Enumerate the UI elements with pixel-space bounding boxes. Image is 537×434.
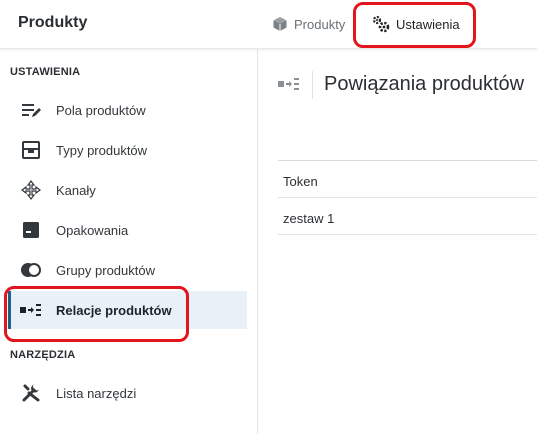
- header-divider: [312, 71, 313, 99]
- sidebar-item-label: Grupy produktów: [56, 262, 155, 278]
- arrows-move-icon: [20, 179, 42, 201]
- sidebar-item-product-fields[interactable]: Pola produktów: [8, 91, 247, 129]
- tab-settings[interactable]: Ustawienia: [372, 10, 460, 38]
- table-cell-token[interactable]: zestaw 1: [283, 211, 334, 226]
- section-header-settings: USTAWIENIA: [10, 66, 81, 78]
- sidebar-item-tools-list[interactable]: Lista narzędzi: [8, 374, 247, 412]
- main-content: Powiązania produktów Token zestaw 1: [258, 49, 537, 434]
- cube-icon: [272, 16, 288, 32]
- sidebar: USTAWIENIA Pola produktów Typy produktów: [0, 49, 258, 434]
- package-icon: [20, 219, 42, 241]
- column-header-token[interactable]: Token: [283, 174, 318, 189]
- sidebar-item-product-groups[interactable]: Grupy produktów: [8, 251, 247, 289]
- circles-icon: [20, 259, 42, 281]
- relations-icon: [278, 77, 300, 91]
- sidebar-item-label: Lista narzędzi: [56, 385, 137, 401]
- sidebar-item-channels[interactable]: Kanały: [8, 171, 247, 209]
- table-header-border: [278, 197, 537, 198]
- tab-label: Ustawienia: [396, 16, 460, 32]
- page-title: Powiązania produktów: [324, 73, 525, 95]
- sidebar-item-label: Opakowania: [56, 222, 129, 238]
- sidebar-item-label: Typy produktów: [56, 142, 148, 158]
- tools-icon: [20, 382, 42, 404]
- tab-products[interactable]: Produkty: [272, 10, 345, 38]
- relations-icon: [20, 299, 42, 321]
- sidebar-item-label: Kanały: [56, 182, 96, 198]
- app-title: Produkty: [18, 14, 88, 31]
- top-bar: Produkty Produkty Ustawienia: [0, 0, 537, 49]
- sidebar-item-product-relations[interactable]: Relacje produktów: [8, 291, 247, 329]
- edit-list-icon: [20, 99, 42, 121]
- box-type-icon: [20, 139, 42, 161]
- table-row-border: [278, 234, 537, 235]
- tab-label: Produkty: [294, 16, 346, 32]
- sidebar-item-packaging[interactable]: Opakowania: [8, 211, 247, 249]
- table-top-border: [278, 160, 537, 161]
- section-header-tools: NARZĘDZIA: [10, 349, 76, 361]
- gears-icon: [372, 15, 390, 33]
- sidebar-item-label: Pola produktów: [56, 102, 146, 118]
- sidebar-item-product-types[interactable]: Typy produktów: [8, 131, 247, 169]
- sidebar-item-label: Relacje produktów: [56, 302, 172, 318]
